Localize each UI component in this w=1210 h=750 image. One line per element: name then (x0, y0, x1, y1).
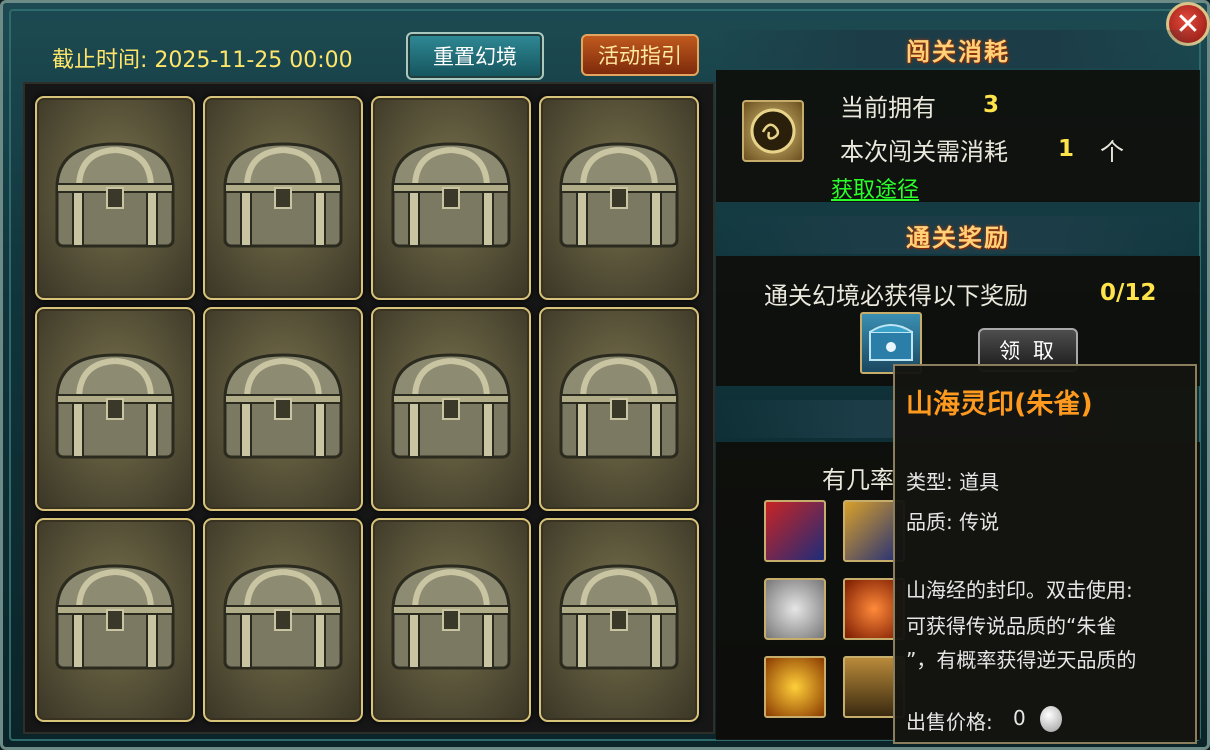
tooltip-quality: 品质: 传说 (906, 510, 1000, 534)
treasure-chest-icon (223, 564, 343, 670)
treasure-chest-icon (391, 353, 511, 459)
treasure-chest-icon (391, 142, 511, 248)
reward-progress: 0/12 (1100, 280, 1157, 306)
reset-realm-button[interactable]: 重置幻境 (406, 32, 544, 80)
tooltip-type: 类型: 道具 (906, 470, 1000, 494)
chest-card-1[interactable] (35, 96, 195, 300)
chest-card-2[interactable] (203, 96, 363, 300)
treasure-chest-icon (223, 353, 343, 459)
seal-coin-icon[interactable] (742, 100, 804, 162)
tooltip-desc-line2: 可获得传说品质的“朱雀 (906, 614, 1117, 638)
gold-ring-icon[interactable] (764, 656, 826, 718)
chest-card-6[interactable] (203, 307, 363, 511)
treasure-chest-icon (559, 353, 679, 459)
chance-label: 有几率 (822, 466, 894, 494)
reward-desc: 通关幻境必获得以下奖励 (764, 282, 1028, 310)
tooltip-price-label: 出售价格: (906, 710, 993, 734)
treasure-chest-icon (55, 353, 175, 459)
treasure-chest-icon (55, 564, 175, 670)
owned-label: 当前拥有 (840, 94, 936, 122)
item-tooltip: 山海灵印(朱雀) 类型: 道具 品质: 传说 山海经的封印。双击使用: 可获得传… (893, 364, 1197, 744)
chest-grid (23, 82, 715, 734)
chest-card-7[interactable] (371, 307, 531, 511)
deadline-label: 截止时间: 2025-11-25 00:00 (52, 48, 353, 73)
chest-card-10[interactable] (203, 518, 363, 722)
treasure-chest-icon (223, 142, 343, 248)
acquire-link[interactable]: 获取途径 (831, 172, 919, 204)
tooltip-price-value: 0 (1013, 706, 1026, 730)
chest-card-8[interactable] (539, 307, 699, 511)
need-value: 1 (1058, 136, 1075, 162)
treasure-chest-icon (55, 142, 175, 248)
treasure-chest-icon (391, 564, 511, 670)
need-label: 本次闯关需消耗 (840, 138, 1008, 166)
silver-coin-icon[interactable] (764, 578, 826, 640)
owned-value: 3 (983, 92, 1000, 118)
tooltip-title: 山海灵印(朱雀) (906, 389, 1093, 420)
chest-card-9[interactable] (35, 518, 195, 722)
red-chest-icon[interactable] (764, 500, 826, 562)
activity-guide-button[interactable]: 活动指引 (581, 34, 699, 76)
tooltip-desc-line3: ”，有概率获得逆天品质的 (906, 648, 1137, 672)
need-unit: 个 (1100, 138, 1124, 166)
treasure-chest-icon (559, 564, 679, 670)
silver-coin-icon (1040, 706, 1062, 732)
treasure-chest-icon (559, 142, 679, 248)
chest-card-12[interactable] (539, 518, 699, 722)
chest-card-5[interactable] (35, 307, 195, 511)
chest-card-4[interactable] (539, 96, 699, 300)
cost-title: 闯关消耗 (716, 30, 1200, 68)
chest-card-11[interactable] (371, 518, 531, 722)
chest-card-3[interactable] (371, 96, 531, 300)
tooltip-desc-line1: 山海经的封印。双击使用: (906, 578, 1133, 602)
reward-title: 通关奖励 (716, 216, 1200, 254)
